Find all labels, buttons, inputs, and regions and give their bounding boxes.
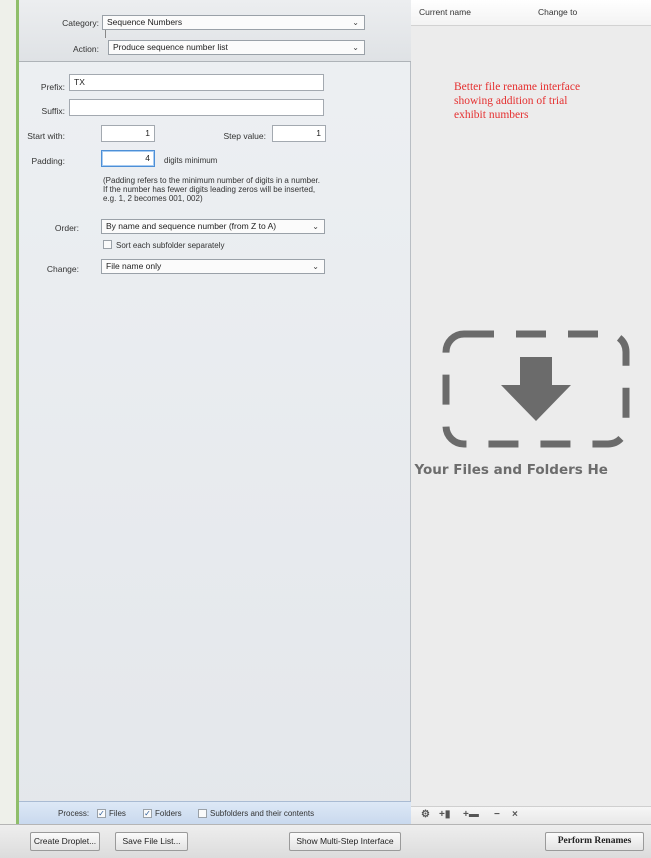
padding-note-line-2: If the number has fewer digits leading z… (103, 185, 316, 194)
subfolders-checkbox-label: Subfolders and their contents (210, 809, 315, 818)
suffix-input[interactable] (69, 99, 324, 116)
create-droplet-button[interactable]: Create Droplet... (30, 832, 100, 851)
files-checkbox[interactable]: ✓ (97, 809, 106, 818)
suffix-label: Suffix: (41, 106, 65, 116)
process-label: Process: (58, 809, 90, 818)
category-label: Category: (62, 18, 99, 28)
prefix-input[interactable]: TX (69, 74, 324, 91)
tree-connector (105, 30, 106, 38)
annotation-line-3: exhibit numbers (454, 109, 529, 121)
drop-zone-text: ag Your Files and Folders He (411, 462, 608, 478)
padding-suffix-text: digits minimum (164, 156, 218, 165)
rename-settings-pane: Category: Sequence Numbers ⌄ Action: Pro… (19, 0, 411, 824)
chevron-down-icon: ⌄ (352, 18, 359, 27)
file-list-toolbar: ⚙ +▮ +▬ − × (411, 806, 651, 824)
start-with-input[interactable]: 1 (101, 125, 155, 142)
action-value: Produce sequence number list (113, 42, 228, 52)
multi-step-interface-button[interactable]: Show Multi-Step Interface (289, 832, 401, 851)
annotation-note: Better file rename interface showing add… (454, 80, 644, 122)
gear-icon[interactable]: ⚙ (421, 809, 430, 820)
category-select[interactable]: Sequence Numbers ⌄ (102, 15, 365, 30)
chevron-down-icon: ⌄ (352, 43, 359, 52)
step-value-input[interactable]: 1 (272, 125, 326, 142)
sort-subfolder-label: Sort each subfolder separately (116, 241, 225, 250)
folders-checkbox-label: Folders (155, 809, 182, 818)
add-file-icon[interactable]: +▮ (439, 809, 450, 820)
chevron-down-icon: ⌄ (312, 262, 319, 271)
minus-icon[interactable]: − (494, 809, 500, 820)
column-current-name[interactable]: Current name (419, 7, 471, 17)
sort-subfolder-checkbox[interactable] (103, 240, 112, 249)
padding-label: Padding: (31, 156, 65, 166)
step-value-label: Step value: (223, 131, 266, 141)
chevron-down-icon: ⌄ (312, 222, 319, 231)
order-value: By name and sequence number (from Z to A… (106, 221, 277, 231)
padding-note-line-3: e.g. 1, 2 becomes 001, 002) (103, 194, 203, 203)
action-select[interactable]: Produce sequence number list ⌄ (108, 40, 365, 55)
category-value: Sequence Numbers (107, 17, 183, 27)
padding-input[interactable]: 4 (101, 150, 155, 167)
close-icon[interactable]: × (512, 809, 518, 820)
order-select[interactable]: By name and sequence number (from Z to A… (101, 219, 325, 234)
annotation-line-1: Better file rename interface (454, 81, 581, 93)
change-select[interactable]: File name only ⌄ (101, 259, 325, 274)
change-label: Change: (46, 264, 79, 274)
process-options-bar: Process: ✓ Files ✓ Folders Subfolders an… (19, 801, 411, 824)
padding-note-line-1: (Padding refers to the minimum number of… (103, 176, 320, 185)
action-label: Action: (73, 44, 99, 54)
column-change-to[interactable]: Change to (538, 7, 577, 17)
file-list-header: Current name Change to (411, 0, 651, 26)
save-file-list-button[interactable]: Save File List... (115, 832, 188, 851)
category-action-area: Category: Sequence Numbers ⌄ Action: Pro… (19, 0, 411, 62)
bottom-button-bar: Create Droplet... Save File List... Show… (0, 824, 651, 858)
download-arrow-icon[interactable] (441, 329, 631, 449)
folders-checkbox[interactable]: ✓ (143, 809, 152, 818)
file-list-pane: Current name Change to Better file renam… (411, 0, 651, 824)
start-with-label: Start with: (27, 131, 65, 141)
prefix-label: Prefix: (40, 82, 65, 92)
order-label: Order: (54, 223, 79, 233)
change-value: File name only (106, 261, 162, 271)
add-folder-icon[interactable]: +▬ (463, 809, 479, 820)
files-checkbox-label: Files (109, 809, 126, 818)
perform-renames-button[interactable]: Perform Renames (545, 832, 644, 851)
annotation-line-2: showing addition of trial (454, 95, 568, 107)
subfolders-checkbox[interactable] (198, 809, 207, 818)
